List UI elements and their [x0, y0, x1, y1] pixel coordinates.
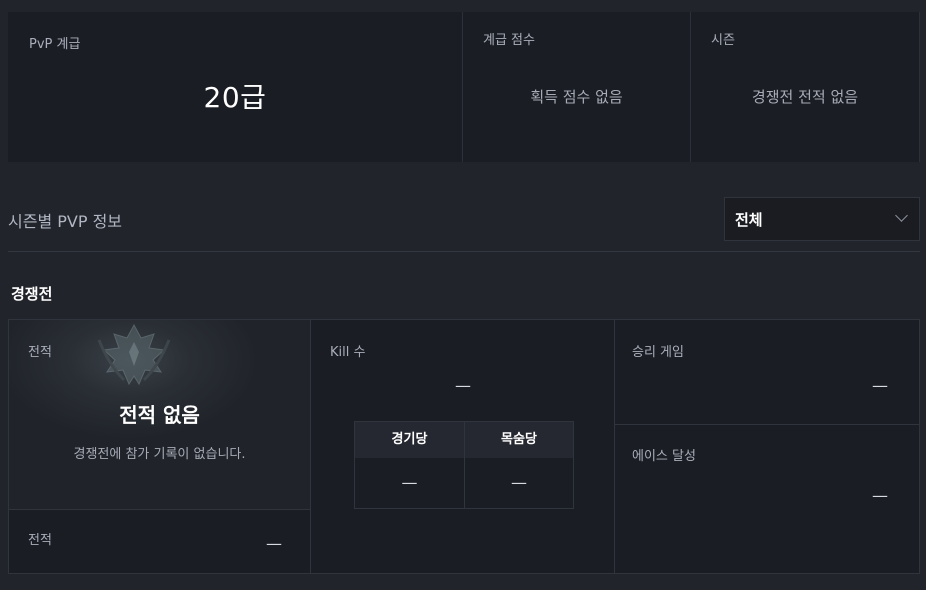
record-column: 전적 전적 없음 경쟁전에 참가 기록이 없습니다. 전적 — [9, 320, 311, 573]
per-game-value: — [401, 473, 418, 492]
ace-value: — [872, 486, 888, 505]
grade-score-card: 계급 점수 획득 점수 없음 [463, 12, 690, 162]
competitive-section-title: 경쟁전 [11, 285, 53, 303]
kill-breakdown-table: 경기당 목숨당 — — [354, 421, 574, 509]
pvp-summary-row: PvP 계급 20급 계급 점수 획득 점수 없음 시즌 경쟁전 전적 없음 [8, 12, 920, 162]
season-filter-value: 전체 [735, 210, 763, 229]
win-games-value: — [872, 376, 888, 395]
record-emblem-area: 전적 전적 없음 경쟁전에 참가 기록이 없습니다. [9, 320, 310, 509]
class-emblem-icon [97, 323, 171, 386]
kill-breakdown-header: 경기당 목숨당 [355, 422, 573, 458]
wins-divider [615, 424, 919, 425]
chevron-down-icon [895, 209, 908, 222]
per-life-header: 목숨당 [464, 422, 573, 458]
record-label: 전적 [28, 345, 52, 360]
win-games-label: 승리 게임 [632, 345, 684, 360]
ace-label: 에이스 달성 [632, 449, 696, 464]
pvp-grade-label: PvP 계급 [29, 37, 81, 52]
grade-score-message: 획득 점수 없음 [530, 88, 623, 106]
section-divider [8, 251, 920, 252]
kill-label: Kill 수 [330, 345, 366, 360]
season-pvp-title: 시즌별 PVP 정보 [8, 212, 123, 231]
kill-value: — [455, 376, 471, 395]
per-game-header: 경기당 [391, 432, 428, 447]
kill-breakdown-values: — — [355, 458, 573, 508]
pvp-profile-page: PvP 계급 20급 계급 점수 획득 점수 없음 시즌 경쟁전 전적 없음 시… [0, 0, 926, 590]
no-record-title: 전적 없음 [119, 403, 200, 427]
pvp-grade-value: 20급 [203, 81, 267, 114]
season-label: 시즌 [711, 33, 735, 48]
no-record-description: 경쟁전에 참가 기록이 없습니다. [73, 447, 246, 462]
season-filter-dropdown[interactable]: 전체 [724, 197, 920, 241]
pvp-grade-card: PvP 계급 20급 [8, 12, 462, 162]
per-life-value: — [464, 458, 573, 508]
competitive-stats-panel: 전적 전적 없음 경쟁전에 참가 기록이 없습니다. 전적 — Kill 수 —… [8, 319, 920, 574]
record-divider [9, 509, 310, 510]
kill-column: Kill 수 — 경기당 목숨당 — — [311, 320, 615, 573]
record-bottom-label: 전적 [28, 533, 52, 548]
season-message: 경쟁전 전적 없음 [751, 88, 859, 106]
wins-column: 승리 게임 — 에이스 달성 — [615, 320, 919, 573]
grade-score-label: 계급 점수 [483, 33, 535, 48]
season-card: 시즌 경쟁전 전적 없음 [691, 12, 919, 162]
record-bottom-value: — [266, 534, 282, 553]
